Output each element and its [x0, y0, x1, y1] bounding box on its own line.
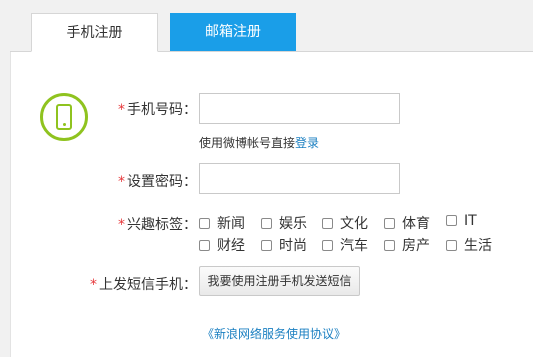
tag-option-culture[interactable]: 文化 — [322, 213, 368, 233]
checkbox[interactable] — [322, 218, 333, 229]
tag-option-life[interactable]: 生活 — [446, 235, 492, 255]
phone-input[interactable] — [199, 93, 400, 124]
checkbox[interactable] — [261, 240, 272, 251]
checkbox[interactable] — [446, 215, 457, 226]
tags-label: * 兴趣标签： — [118, 217, 197, 233]
tag-option-entertainment[interactable]: 娱乐 — [261, 213, 307, 233]
smartphone-icon — [40, 93, 88, 141]
required-mark: * — [118, 174, 125, 190]
sms-label: * 上发短信手机： — [90, 277, 197, 293]
password-input[interactable] — [199, 163, 400, 194]
login-link[interactable]: 登录 — [295, 136, 319, 150]
tag-option-auto[interactable]: 汽车 — [322, 235, 368, 255]
tag-option-finance[interactable]: 财经 — [199, 235, 245, 255]
tag-option-sports[interactable]: 体育 — [384, 213, 430, 233]
tab-email-register[interactable]: 邮箱注册 — [170, 13, 296, 51]
phone-hint: 使用微博帐号直接登录 — [199, 136, 320, 150]
service-agreement-link[interactable]: 《新浪网络服务使用协议》 — [202, 325, 346, 342]
required-mark: * — [118, 102, 125, 118]
send-sms-button[interactable]: 我要使用注册手机发送短信 — [199, 266, 360, 296]
phone-label: * 手机号码： — [118, 102, 197, 118]
tag-option-fashion[interactable]: 时尚 — [261, 235, 307, 255]
checkbox[interactable] — [199, 240, 210, 251]
checkbox[interactable] — [322, 240, 333, 251]
required-mark: * — [90, 277, 97, 293]
password-label: * 设置密码： — [118, 174, 197, 190]
checkbox[interactable] — [199, 218, 210, 229]
tab-bar: 手机注册 邮箱注册 — [0, 0, 533, 52]
required-mark: * — [118, 217, 125, 233]
tag-option-news[interactable]: 新闻 — [199, 213, 245, 233]
tag-option-realestate[interactable]: 房产 — [384, 235, 430, 255]
checkbox[interactable] — [261, 218, 272, 229]
tab-phone-register[interactable]: 手机注册 — [31, 13, 158, 52]
checkbox[interactable] — [446, 240, 457, 251]
checkbox[interactable] — [384, 218, 395, 229]
tag-option-it[interactable]: IT — [446, 213, 477, 229]
checkbox[interactable] — [384, 240, 395, 251]
